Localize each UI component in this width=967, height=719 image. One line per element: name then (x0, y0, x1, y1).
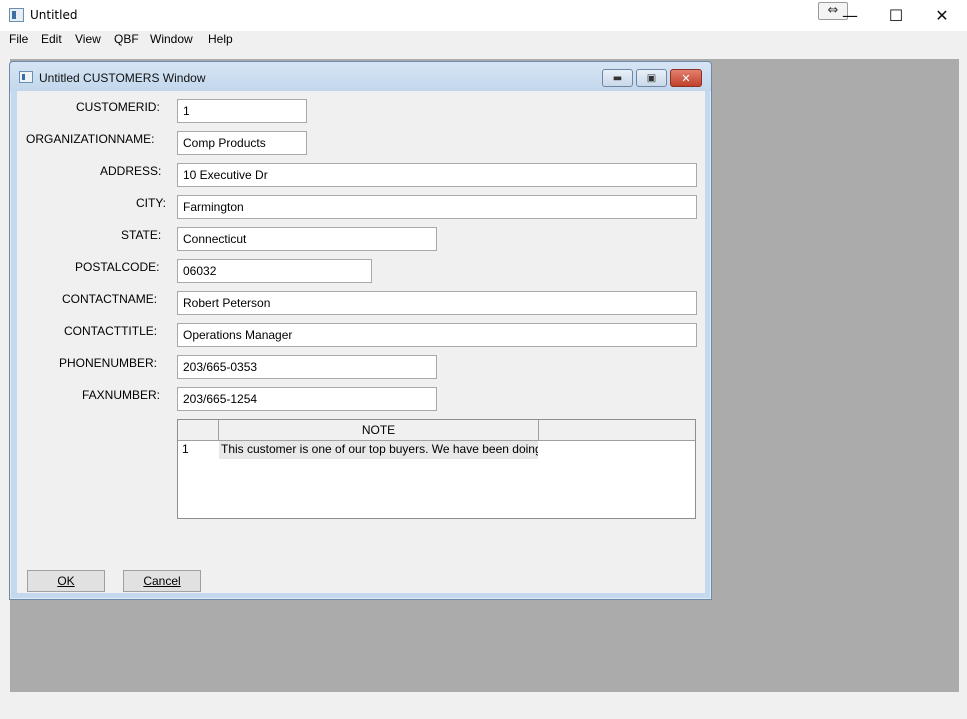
organizationname-field[interactable]: Comp Products (177, 131, 307, 155)
note-grid[interactable]: NOTE 1 This customer is one of our top b… (177, 419, 696, 519)
address-field[interactable]: 10 Executive Dr (177, 163, 697, 187)
contactname-label: CONTACTNAME: (62, 292, 158, 306)
status-bar (0, 693, 967, 719)
customers-window: Untitled CUSTOMERS Window ▬ ▣ ✕ CUSTOMER… (9, 61, 712, 600)
child-close-button[interactable]: ✕ (670, 69, 702, 87)
app-icon (9, 8, 24, 22)
contacttitle-label: CONTACTTITLE: (64, 324, 158, 338)
menu-qbf[interactable]: QBF (114, 32, 139, 46)
app-title: Untitled (30, 8, 78, 22)
customers-form: CUSTOMERID: 1 ORGANIZATIONNAME: Comp Pro… (17, 91, 705, 593)
note-column-header[interactable]: NOTE (219, 420, 539, 441)
postalcode-field[interactable]: 06032 (177, 259, 372, 283)
menu-file[interactable]: File (9, 32, 28, 46)
menu-view[interactable]: View (75, 32, 101, 46)
maximize-button[interactable]: ☐ (873, 0, 919, 31)
note-cell[interactable]: This customer is one of our top buyers. … (219, 441, 538, 459)
ok-button[interactable]: OK (27, 570, 105, 592)
phonenumber-field[interactable]: 203/665-0353 (177, 355, 437, 379)
menu-window[interactable]: Window (150, 32, 193, 46)
close-button[interactable]: ✕ (919, 0, 965, 31)
menubar: File Edit View QBF Window Help (0, 31, 967, 51)
child-minimize-button[interactable]: ▬ (602, 69, 633, 87)
state-label: STATE: (121, 228, 162, 242)
contactname-field[interactable]: Robert Peterson (177, 291, 697, 315)
faxnumber-field[interactable]: 203/665-1254 (177, 387, 437, 411)
city-field[interactable]: Farmington (177, 195, 697, 219)
faxnumber-label: FAXNUMBER: (82, 388, 161, 402)
address-label: ADDRESS: (100, 164, 162, 178)
customerid-field[interactable]: 1 (177, 99, 307, 123)
minimize-button[interactable]: — (827, 0, 873, 31)
cancel-button[interactable]: Cancel (123, 570, 201, 592)
menu-edit[interactable]: Edit (41, 32, 62, 46)
customerid-label: CUSTOMERID: (76, 100, 160, 114)
row-number-cell: 1 (182, 442, 189, 456)
contacttitle-field[interactable]: Operations Manager (177, 323, 697, 347)
postalcode-label: POSTALCODE: (75, 260, 160, 274)
customers-window-titlebar[interactable]: Untitled CUSTOMERS Window ▬ ▣ ✕ (10, 62, 711, 91)
app-titlebar: Untitled ⇔ — ☐ ✕ (0, 0, 967, 31)
note-grid-header: NOTE (178, 420, 695, 441)
row-number-header (178, 420, 219, 441)
organizationname-label: ORGANIZATIONNAME: (26, 132, 155, 146)
customers-window-title: Untitled CUSTOMERS Window (39, 71, 206, 85)
table-row[interactable]: 1 This customer is one of our top buyers… (178, 441, 695, 459)
child-restore-button[interactable]: ▣ (636, 69, 667, 87)
menu-help[interactable]: Help (208, 32, 233, 46)
city-label: CITY: (136, 196, 167, 210)
state-field[interactable]: Connecticut (177, 227, 437, 251)
window-icon (19, 71, 33, 83)
phonenumber-label: PHONENUMBER: (59, 356, 158, 370)
